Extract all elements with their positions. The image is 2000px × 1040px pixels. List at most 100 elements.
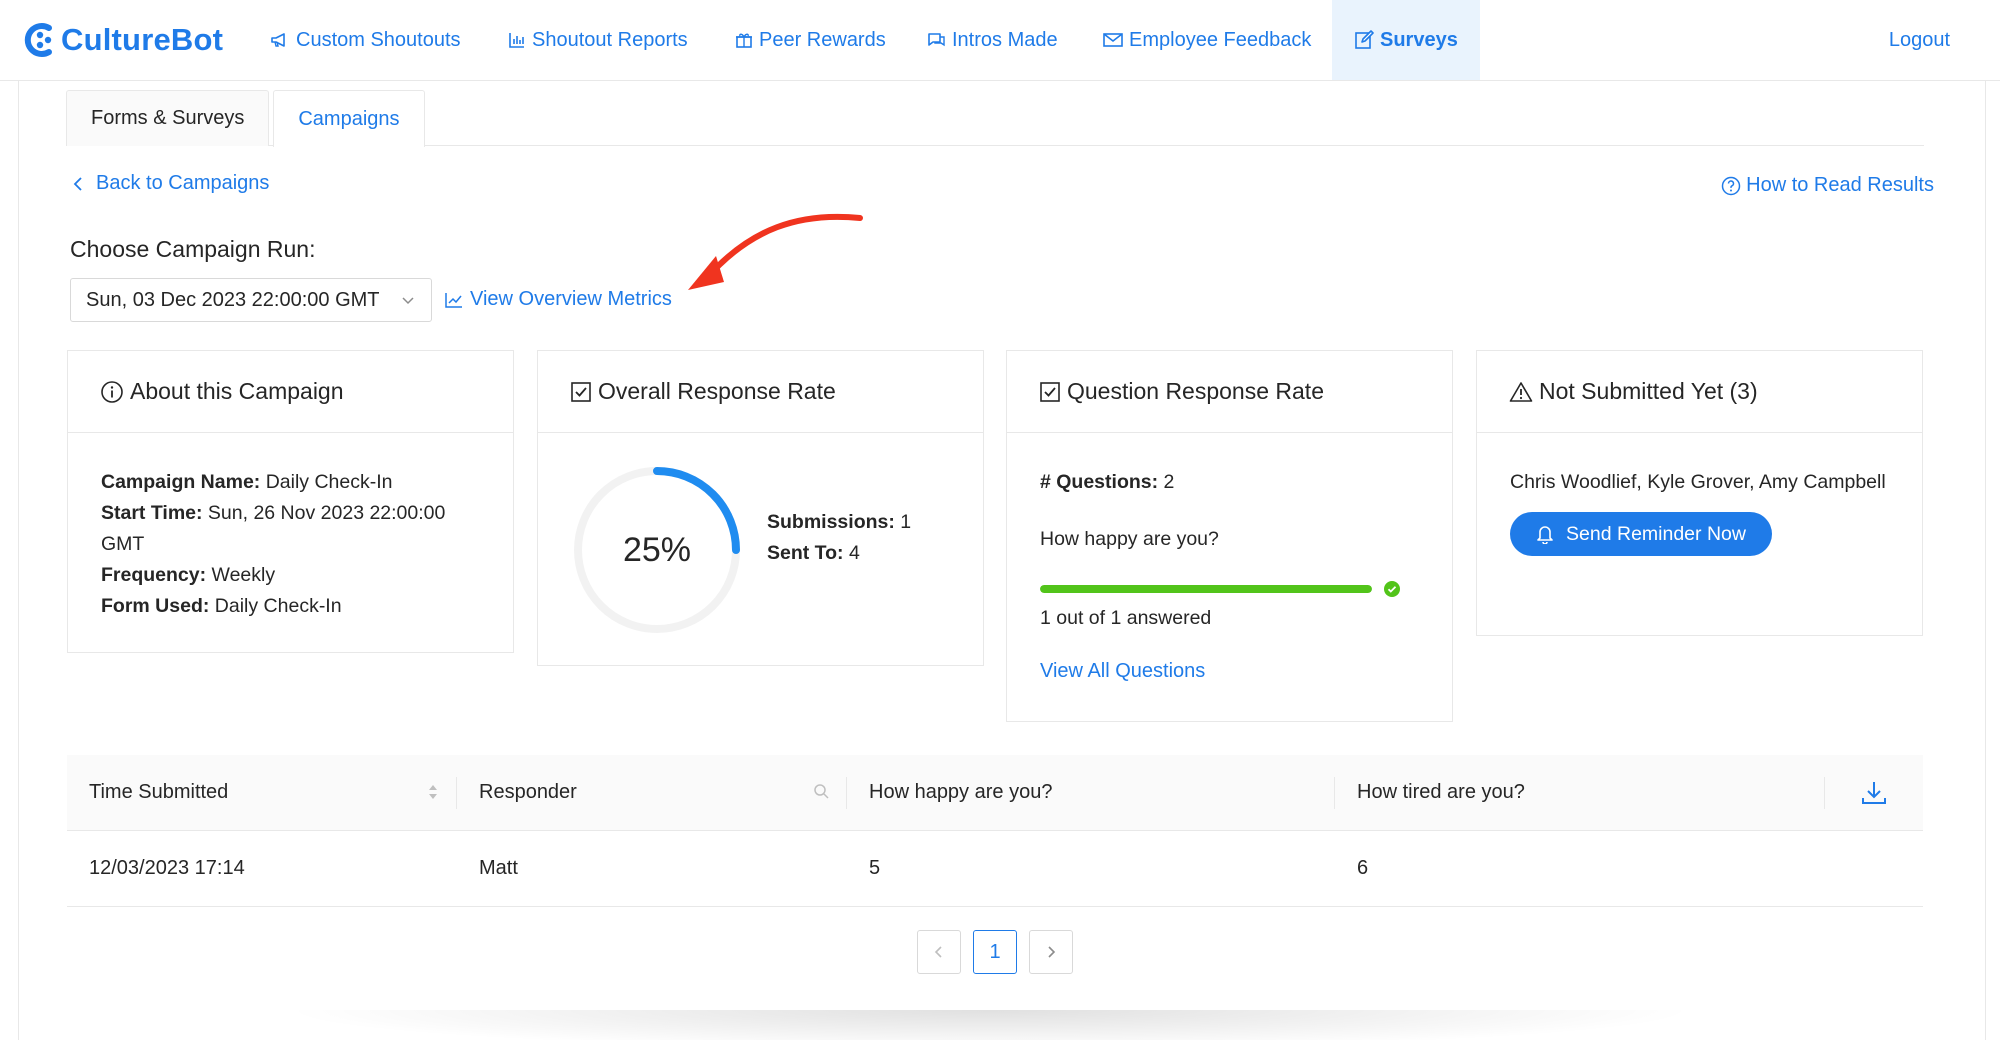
responses-table: Time Submitted Responder How happy are y… [67,755,1923,907]
download-icon[interactable] [1860,779,1888,807]
response-rate-donut: 25% [572,465,742,635]
bell-icon [1537,526,1553,544]
nav-label: Surveys [1380,28,1458,51]
question-circle-icon [1721,176,1741,195]
overview-link-label: View Overview Metrics [470,288,672,310]
tab-campaigns[interactable]: Campaigns [273,90,425,147]
bar-chart-icon [509,33,524,48]
column-time-submitted[interactable]: Time Submitted [67,755,457,831]
cell-time-submitted: 12/03/2023 17:14 [89,857,245,879]
submission-stats: Submissions: 1 Sent To: 4 [767,507,911,569]
nav-custom-shoutouts[interactable]: Custom Shoutouts [270,0,461,80]
column-label: How happy are you? [869,781,1053,803]
field-label: Frequency: [101,564,207,586]
sort-icon[interactable] [427,783,439,801]
view-overview-metrics-link[interactable]: View Overview Metrics [444,288,672,311]
campaign-run-select[interactable]: Sun, 03 Dec 2023 22:00:00 GMT [70,278,432,322]
nav-employee-feedback[interactable]: Employee Feedback [1103,0,1311,80]
progress-track [1040,585,1372,593]
sent-to-value: 4 [848,542,860,564]
start-time-row: Start Time: Sun, 26 Nov 2023 22:00:00 GM… [101,498,480,560]
form-used-row: Form Used: Daily Check-In [101,591,480,622]
submissions-value: 1 [900,511,912,533]
nav-label: Peer Rewards [759,28,886,51]
gift-icon [736,33,752,48]
column-how-happy: How happy are you? [847,755,1335,831]
field-label: Submissions: [767,511,895,533]
nav-intros-made[interactable]: Intros Made [926,0,1058,80]
top-navbar: CultureBot Custom Shoutouts Shoutout Rep… [0,0,2000,81]
annotation-arrow [688,213,863,290]
card-header: About this Campaign [68,351,513,433]
tab-forms-surveys[interactable]: Forms & Surveys [66,90,270,146]
table-row: 12/03/2023 17:14 Matt 5 6 [67,831,1923,907]
help-link-label: How to Read Results [1746,174,1934,196]
nav-label: Custom Shoutouts [296,28,461,51]
not-submitted-card: Not Submitted Yet (3) Chris Woodlief, Ky… [1476,350,1923,636]
line-chart-icon [445,292,462,308]
column-responder[interactable]: Responder [457,755,847,831]
back-to-campaigns-link[interactable]: Back to Campaigns [70,172,269,195]
check-circle-icon [1384,581,1400,597]
question-count-row: # Questions: 2 [1040,467,1419,498]
button-label: Send Reminder Now [1566,522,1746,545]
checkbox-icon [1040,381,1060,402]
brand-logo[interactable]: CultureBot [23,19,223,61]
megaphone-icon [271,33,285,47]
nav-peer-rewards[interactable]: Peer Rewards [735,0,886,80]
card-header: Overall Response Rate [538,351,983,433]
next-page-button[interactable] [1029,930,1073,974]
back-link-label: Back to Campaigns [96,172,270,194]
chat-icon [928,33,945,47]
frequency-row: Frequency: Weekly [101,560,480,591]
field-label: Campaign Name: [101,471,261,493]
nav-label: Intros Made [952,28,1058,51]
logout-link[interactable]: Logout [1889,0,1950,80]
brand-name: CultureBot [61,22,224,57]
view-all-questions-link[interactable]: View All Questions [1040,660,1419,683]
culturebot-logo-icon [24,23,52,57]
how-to-read-results-link[interactable]: How to Read Results [1721,174,1934,197]
page-number-button[interactable]: 1 [973,930,1017,974]
answered-count: 1 out of 1 answered [1040,607,1212,629]
nav-label: Shoutout Reports [532,28,688,51]
chevron-left-icon [934,946,942,958]
about-campaign-card: About this Campaign Campaign Name: Daily… [67,350,514,653]
warning-icon [1509,381,1533,402]
cell-how-happy: 5 [869,857,881,879]
card-title: About this Campaign [130,378,344,404]
tab-bar: Forms & Surveys Campaigns [66,90,429,147]
prev-page-button[interactable] [917,930,961,974]
campaign-name-value: Daily Check-In [265,471,393,493]
donut-percent-label: 25% [622,530,692,569]
nav-surveys[interactable]: Surveys [1332,0,1480,80]
cell-responder: Matt [479,857,518,879]
selected-run-value: Sun, 03 Dec 2023 22:00:00 GMT [86,288,380,311]
column-download [1825,755,1923,831]
chevron-left-icon [73,176,82,191]
nav-shoutout-reports[interactable]: Shoutout Reports [508,0,688,80]
form-used-value: Daily Check-In [214,595,342,617]
mail-icon [1103,33,1123,47]
choose-run-label: Choose Campaign Run: [70,236,316,262]
pagination: 1 [917,930,1085,974]
column-label: Responder [479,781,577,803]
edit-icon [1355,30,1374,49]
field-label: Start Time: [101,502,203,524]
bottom-shadow [280,1010,1700,1040]
about-details: Campaign Name: Daily Check-In Start Time… [68,433,513,656]
chevron-down-icon [402,297,414,305]
sent-to-row: Sent To: 4 [767,538,911,569]
field-label: # Questions: [1040,471,1159,493]
search-icon[interactable] [813,783,829,799]
card-title: Question Response Rate [1067,378,1324,404]
column-label: How tired are you? [1357,781,1525,803]
send-reminder-button[interactable]: Send Reminder Now [1510,512,1772,556]
column-label: Time Submitted [89,781,229,803]
field-label: Sent To: [767,542,844,564]
info-circle-icon [101,380,123,403]
chevron-right-icon [1048,946,1056,958]
card-header: Question Response Rate [1007,351,1452,433]
card-title: Not Submitted Yet (3) [1539,378,1758,404]
submissions-row: Submissions: 1 [767,507,911,538]
